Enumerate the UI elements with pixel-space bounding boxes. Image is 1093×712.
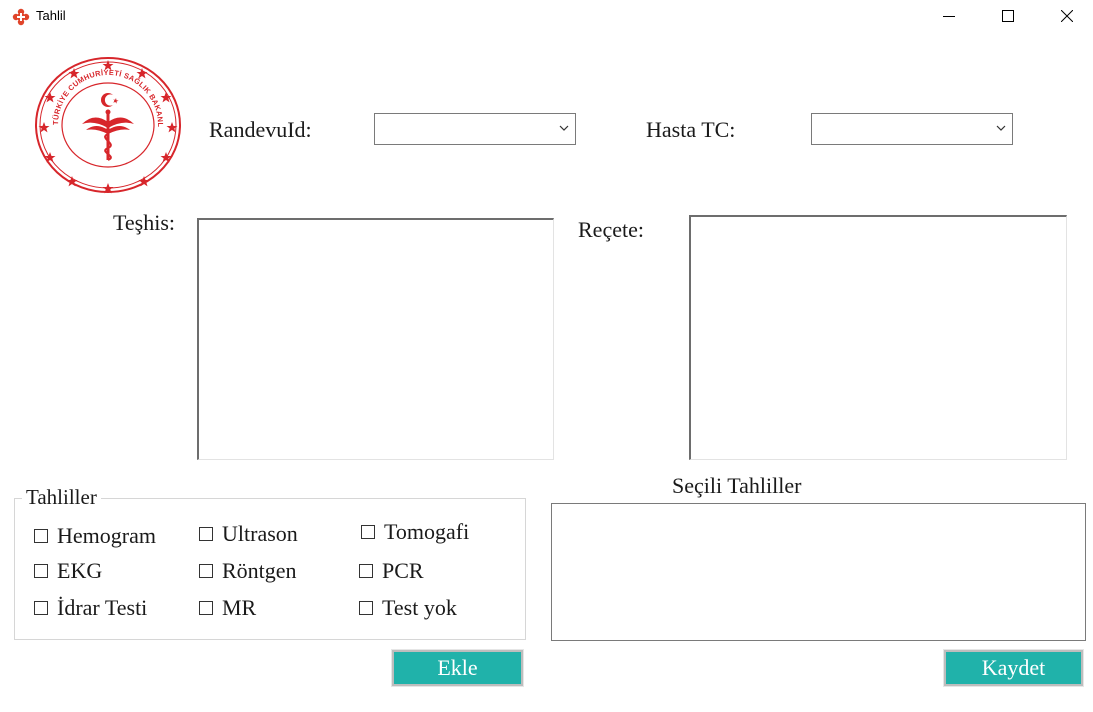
checkbox-label: Ultrason xyxy=(222,521,298,546)
checkbox-box[interactable] xyxy=(361,525,375,539)
recete-label: Reçete: xyxy=(578,217,644,242)
title-bar: Tahlil xyxy=(0,0,1093,32)
hasta-tc-label: Hasta TC: xyxy=(646,117,736,142)
checkbox-label: Hemogram xyxy=(57,523,156,548)
ekle-button[interactable]: Ekle xyxy=(391,649,524,687)
teshis-textarea[interactable] xyxy=(197,218,554,460)
chevron-down-icon xyxy=(559,125,569,131)
teshis-label: Teşhis: xyxy=(113,210,176,235)
checkbox-label: PCR xyxy=(382,558,424,583)
ministry-of-health-seal: TÜRKİYE CUMHURİYETİ SAĞLIK BAKANLIĞI xyxy=(34,56,181,194)
recete-textarea[interactable] xyxy=(689,215,1067,460)
hasta-tc-combobox[interactable] xyxy=(811,113,1013,145)
minimize-icon xyxy=(943,16,955,17)
secili-tahliller-label: Seçili Tahliller xyxy=(672,473,802,498)
checkbox-label: MR xyxy=(222,595,257,620)
tahliller-group-title: Tahliller xyxy=(22,485,101,510)
checkbox-rontgen[interactable]: Röntgen xyxy=(199,558,297,584)
checkbox-ultrason[interactable]: Ultrason xyxy=(199,521,298,547)
maximize-icon xyxy=(1002,10,1014,22)
checkbox-label: Röntgen xyxy=(222,558,297,583)
checkbox-box[interactable] xyxy=(34,564,48,578)
kaydet-button[interactable]: Kaydet xyxy=(943,649,1084,687)
checkbox-idrar-testi[interactable]: İdrar Testi xyxy=(34,595,147,621)
randevu-combobox[interactable] xyxy=(374,113,576,145)
checkbox-pcr[interactable]: PCR xyxy=(359,558,424,584)
checkbox-box[interactable] xyxy=(359,564,373,578)
checkbox-mr[interactable]: MR xyxy=(199,595,256,621)
minimize-button[interactable] xyxy=(920,0,978,32)
checkbox-box[interactable] xyxy=(34,529,48,543)
checkbox-box[interactable] xyxy=(199,527,213,541)
checkbox-label: EKG xyxy=(57,558,103,583)
checkbox-label: İdrar Testi xyxy=(57,595,148,620)
checkbox-tomogafi[interactable]: Tomogafi xyxy=(361,519,469,545)
checkbox-box[interactable] xyxy=(199,601,213,615)
maximize-button[interactable] xyxy=(979,0,1037,32)
checkbox-box[interactable] xyxy=(34,601,48,615)
checkbox-box[interactable] xyxy=(359,601,373,615)
chevron-down-icon xyxy=(996,125,1006,131)
close-icon xyxy=(1061,10,1073,22)
close-button[interactable] xyxy=(1038,0,1093,32)
checkbox-hemogram[interactable]: Hemogram xyxy=(34,523,156,549)
secili-tahliller-listbox[interactable] xyxy=(551,503,1086,641)
checkbox-ekg[interactable]: EKG xyxy=(34,558,102,584)
checkbox-box[interactable] xyxy=(199,564,213,578)
checkbox-test-yok[interactable]: Test yok xyxy=(359,595,457,621)
checkbox-label: Tomogafi xyxy=(384,519,470,544)
checkbox-label: Test yok xyxy=(382,595,457,620)
randevu-label: RandevuId: xyxy=(209,117,312,142)
window-title: Tahlil xyxy=(36,8,66,23)
red-cross-icon xyxy=(12,8,30,26)
